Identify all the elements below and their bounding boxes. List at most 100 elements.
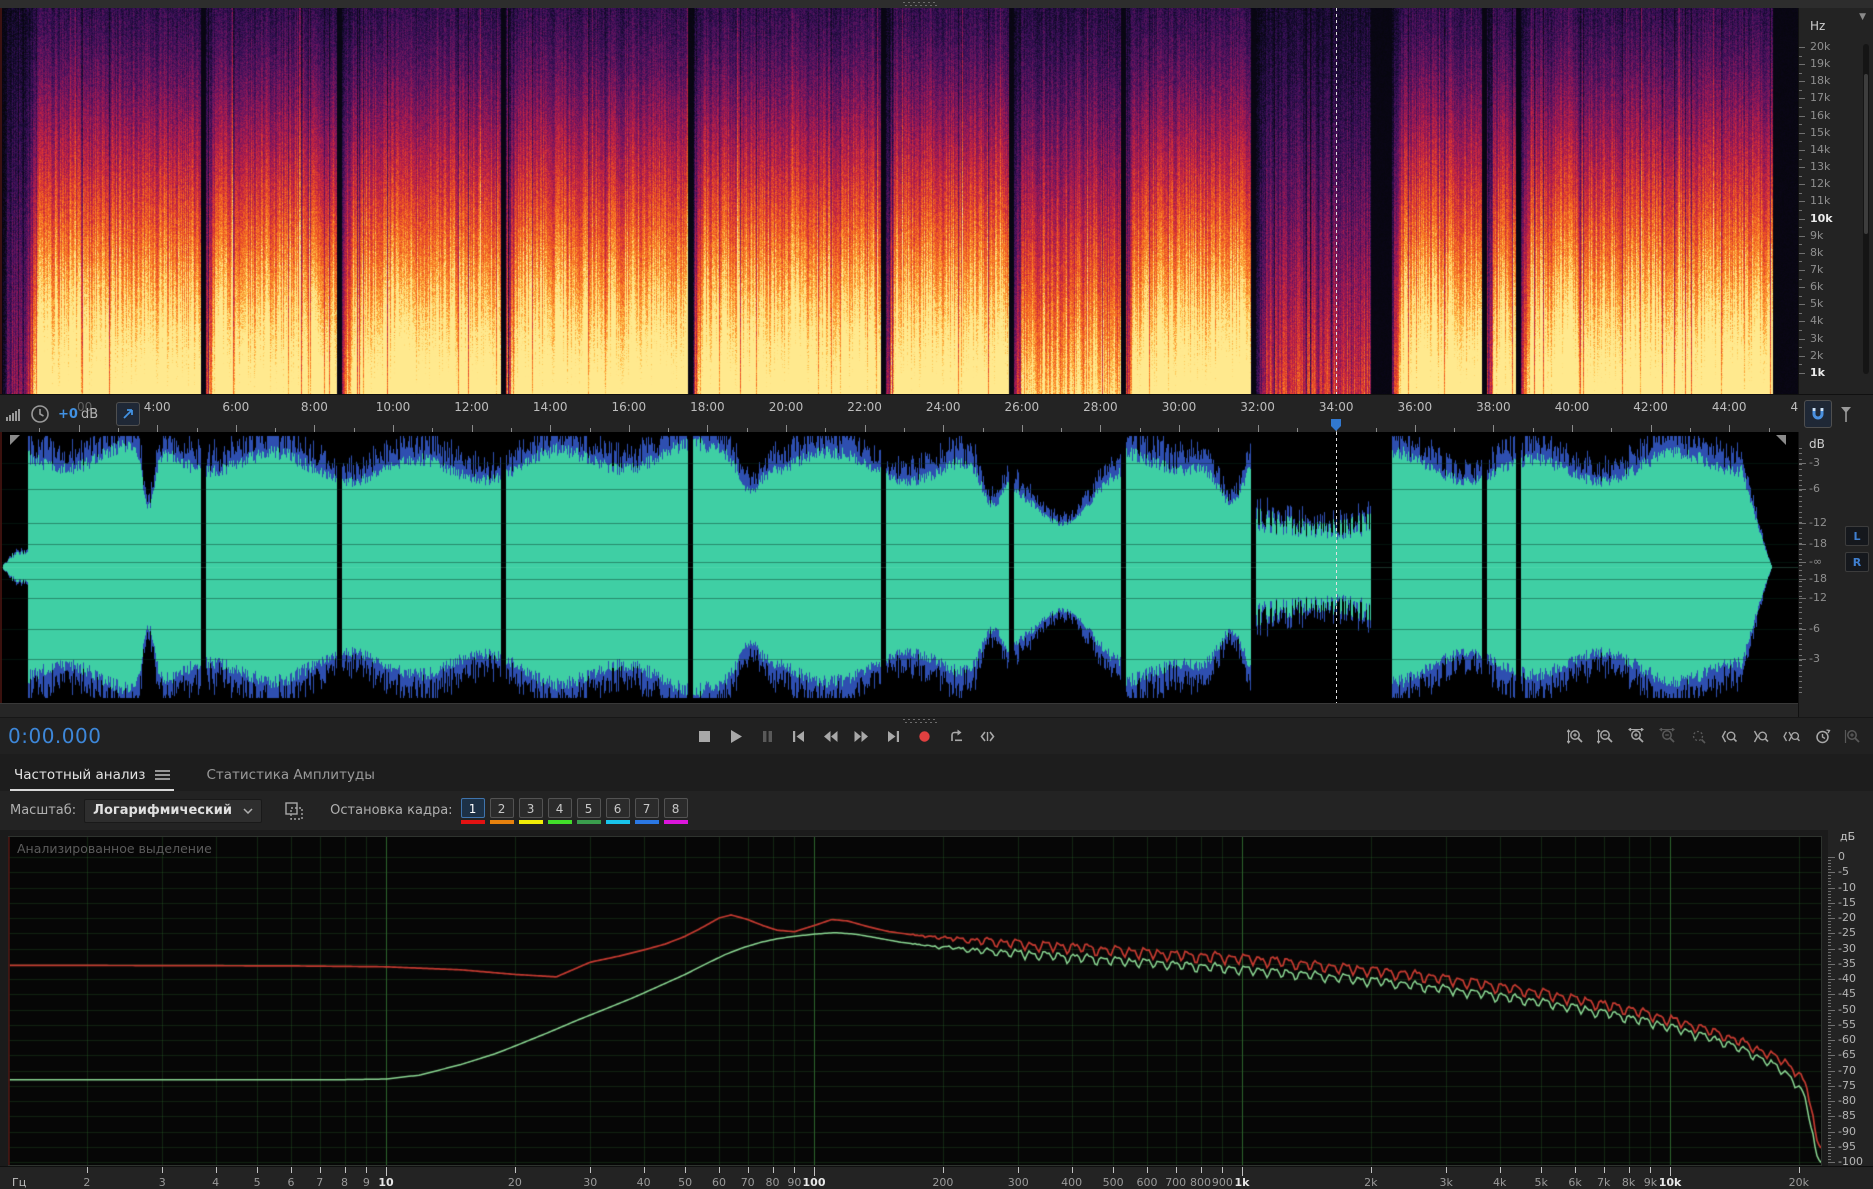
channel-right-button[interactable]: R — [1845, 552, 1869, 572]
freeze-button-7[interactable]: 7 — [634, 797, 659, 824]
freeze-button-8[interactable]: 8 — [663, 797, 688, 824]
spectrogram-canvas[interactable] — [0, 8, 1798, 394]
db-axis-tick — [1828, 1101, 1835, 1102]
amplitude-minor-tick — [1799, 564, 1802, 566]
amplitude-scale-panel[interactable]: dB -3 -6 -12 -18 -∞ -18 -12 -6 -3 L R — [1798, 432, 1873, 717]
db-axis-minor-tick — [1828, 1152, 1831, 1154]
amplitude-minor-tick — [1799, 527, 1802, 529]
pin-playhead-button[interactable] — [116, 402, 141, 426]
zoom-to-selection-button[interactable] — [1687, 724, 1711, 748]
fast-forward-button[interactable] — [850, 724, 874, 748]
amplitude-minor-tick — [1799, 691, 1802, 693]
frequency-tick — [1799, 287, 1805, 289]
db-axis-minor-tick — [1828, 1058, 1831, 1060]
time-label: 8:00 — [300, 400, 328, 414]
frequency-axis-tick-label: 50 — [678, 1176, 693, 1189]
amplitude-tick-label: -3 — [1809, 456, 1820, 469]
snap-toggle-button[interactable] — [1804, 400, 1832, 428]
amplitude-minor-tick — [1799, 453, 1802, 455]
frequency-axis-tick — [344, 1167, 346, 1173]
frequency-tick-label: 13k — [1810, 160, 1831, 174]
chevron-down-icon — [243, 807, 253, 814]
level-meter-icon[interactable] — [6, 407, 22, 421]
frequency-axis-tick-label: 4 — [212, 1176, 220, 1189]
frequency-tick-label: 6k — [1810, 280, 1824, 294]
loop-playback-button[interactable] — [944, 724, 968, 748]
waveform-canvas[interactable] — [0, 432, 1798, 703]
freeze-button-4[interactable]: 4 — [547, 797, 572, 824]
zoom-out-point-button[interactable] — [1748, 724, 1772, 748]
frequency-tick-label: 12k — [1810, 177, 1831, 191]
play-button[interactable] — [724, 724, 748, 748]
skip-to-end-button[interactable] — [881, 724, 905, 748]
freeze-button-2[interactable]: 2 — [489, 797, 514, 824]
frequency-axis-tick — [319, 1167, 321, 1173]
zoom-full-button[interactable] — [1841, 724, 1865, 748]
amplitude-minor-tick — [1799, 665, 1802, 667]
clock-icon[interactable] — [30, 404, 50, 424]
db-axis-tick-label: -80 — [1838, 1094, 1856, 1107]
frequency-tick-label: 10k — [1810, 211, 1833, 225]
panel-drag-grip[interactable] — [903, 2, 937, 6]
selection-grip-right[interactable] — [1776, 435, 1786, 445]
frequency-tick — [1799, 81, 1805, 83]
timeline-ruler[interactable]: 4:00 6:00 8:00 10:00 12:00 14:00 16:00 18:00 20:… — [0, 394, 1873, 434]
frequency-axis-tick — [291, 1167, 293, 1173]
frequency-axis-tick — [1575, 1167, 1577, 1173]
frequency-axis-tick — [685, 1167, 687, 1173]
scale-selected-value: Логарифмический — [93, 803, 233, 818]
selection-grip-left[interactable] — [10, 435, 20, 445]
zoom-in-amplitude-button[interactable] — [1563, 724, 1587, 748]
rewind-button[interactable] — [818, 724, 842, 748]
frequency-axis-tick — [366, 1167, 368, 1173]
time-label: 36:00 — [1397, 400, 1433, 414]
restore-default-zoom-button[interactable] — [1810, 724, 1834, 748]
spectrogram-display[interactable] — [0, 8, 1798, 394]
frequency-axis-tick — [643, 1167, 645, 1173]
frequency-scale-panel[interactable]: Hz ▼ 20k 19k 18k 17k 16k 15k 14k 13k 12k 11k 10k 9k… — [1798, 8, 1873, 394]
zoom-out-amplitude-button[interactable] — [1594, 724, 1618, 748]
frequency-axis-tick-label: 20k — [1788, 1176, 1810, 1189]
copy-graph-button[interactable] — [284, 801, 304, 821]
timeline-strip[interactable]: 4:00 6:00 8:00 10:00 12:00 14:00 16:00 18:00 20:… — [0, 395, 1798, 433]
amplitude-minor-tick — [1799, 559, 1802, 561]
freeze-button-6[interactable]: 6 — [605, 797, 630, 824]
waveform-display[interactable] — [0, 432, 1798, 703]
freeze-button-3[interactable]: 3 — [518, 797, 543, 824]
clip-start-edge — [0, 432, 2, 703]
time-label: 14:00 — [532, 400, 568, 414]
skip-selection-button[interactable] — [976, 724, 1000, 748]
zoom-out-time-button[interactable] — [1656, 724, 1680, 748]
panel-menu-icon[interactable] — [155, 769, 171, 781]
horizontal-zoom-bar[interactable] — [0, 703, 1798, 718]
frequency-analysis-plot[interactable]: Анализированное выделение — [8, 836, 1822, 1166]
tab-amplitude-statistics[interactable]: Статистика Амплитуды — [202, 759, 378, 791]
zoom-in-point-button[interactable] — [1717, 724, 1741, 748]
pause-button[interactable] — [755, 724, 779, 748]
gain-value[interactable]: +0 — [58, 407, 78, 422]
playhead-pin[interactable] — [1331, 419, 1342, 432]
playhead-line-spectrogram[interactable] — [1336, 8, 1337, 394]
db-axis-minor-tick — [1828, 869, 1831, 871]
spectrogram-scrollbar[interactable] — [1863, 44, 1869, 374]
stop-button[interactable] — [692, 724, 716, 748]
zoom-in-time-button[interactable] — [1625, 724, 1649, 748]
record-button[interactable] — [913, 724, 937, 748]
add-marker-button[interactable] — [1838, 405, 1854, 423]
scale-select[interactable]: Логарифмический — [84, 798, 263, 823]
frequency-minor-tick — [1799, 175, 1802, 177]
frequency-tick — [1799, 167, 1805, 169]
tab-frequency-analysis[interactable]: Частотный анализ — [10, 759, 175, 791]
freeze-button-5[interactable]: 5 — [576, 797, 601, 824]
db-axis-minor-tick — [1828, 1119, 1831, 1121]
db-axis-minor-tick — [1828, 969, 1831, 971]
channel-left-button[interactable]: L — [1845, 526, 1869, 546]
zoom-selection-button[interactable] — [1779, 724, 1803, 748]
scale-collapse-arrow-icon[interactable]: ▼ — [1859, 12, 1866, 22]
freeze-button-1[interactable]: 1 — [460, 797, 485, 824]
frequency-tick — [1799, 149, 1805, 151]
playhead-line-waveform[interactable] — [1336, 432, 1337, 703]
db-axis-minor-tick — [1828, 1149, 1831, 1151]
skip-to-start-button[interactable] — [787, 724, 811, 748]
current-time-display[interactable]: 0:00.000 — [8, 724, 101, 748]
